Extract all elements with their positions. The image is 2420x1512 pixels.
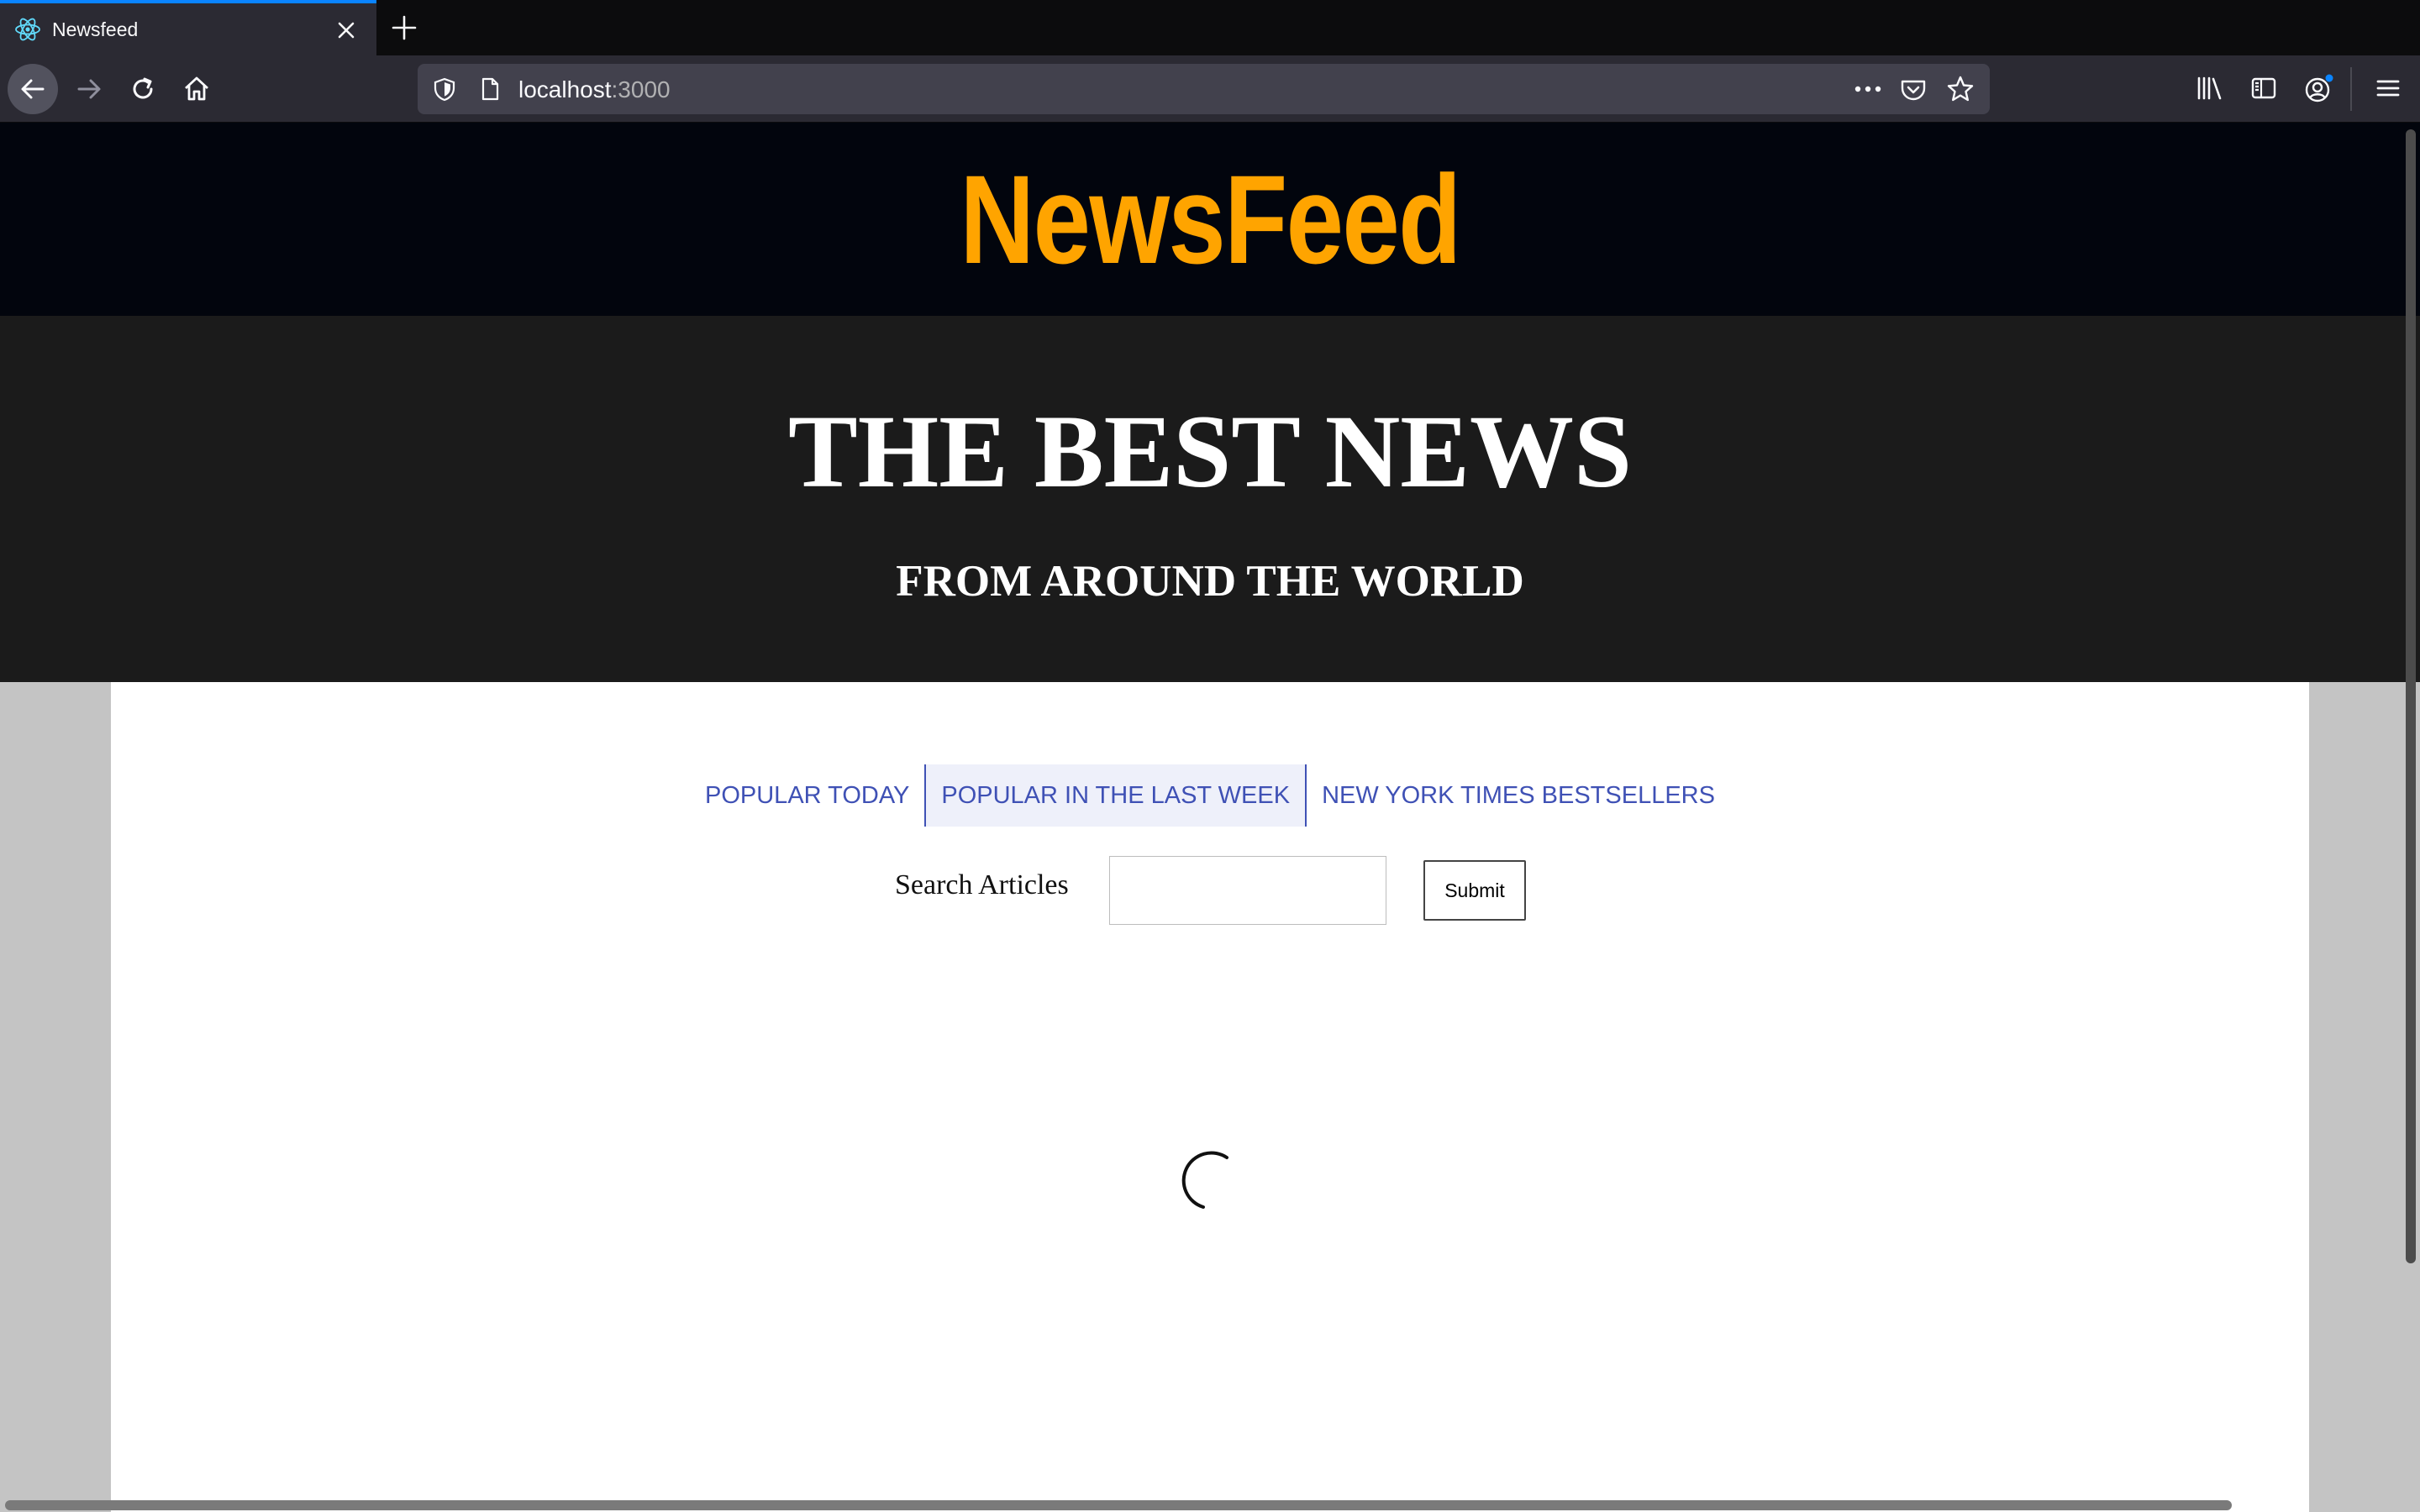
navigation-toolbar: localhost:3000 [0, 55, 2420, 123]
hamburger-menu-icon[interactable] [2373, 74, 2403, 102]
arrow-right-icon [77, 79, 101, 99]
tab-strip: Newsfeed [0, 0, 2420, 55]
arrow-left-icon [21, 79, 45, 99]
vertical-scrollbar[interactable] [2406, 129, 2416, 1263]
tab-nyt-bestsellers[interactable]: NEW YORK TIMES BESTSELLERS [1307, 764, 1730, 827]
submit-button[interactable]: Submit [1423, 860, 1526, 921]
sidebar-icon[interactable] [2249, 74, 2278, 102]
url-text[interactable]: localhost:3000 [518, 76, 671, 103]
home-button[interactable] [171, 64, 222, 114]
reload-icon [133, 77, 153, 99]
forward-button[interactable] [64, 64, 114, 114]
tab-popular-today[interactable]: POPULAR TODAY [690, 764, 924, 827]
site-header: NewsFeed [0, 123, 2420, 316]
tab-popular-last-week[interactable]: POPULAR IN THE LAST WEEK [924, 764, 1307, 827]
hero-subtitle: FROM AROUND THE WORLD [896, 557, 1524, 606]
site-logo[interactable]: NewsFeed [218, 156, 2202, 282]
account-icon[interactable] [2302, 72, 2336, 106]
close-icon[interactable] [333, 17, 360, 44]
reload-button[interactable] [118, 64, 168, 114]
horizontal-scrollbar-thumb[interactable] [5, 1500, 2232, 1510]
toolbar-separator [2350, 67, 2352, 111]
category-tabs: POPULAR TODAY POPULAR IN THE LAST WEEK N… [111, 764, 2309, 827]
shield-icon[interactable] [431, 76, 458, 102]
main-content: POPULAR TODAY POPULAR IN THE LAST WEEK N… [111, 682, 2309, 1512]
browser-tab-active[interactable]: Newsfeed [0, 0, 376, 55]
new-tab-plus-icon[interactable] [388, 12, 420, 44]
back-button[interactable] [8, 64, 58, 114]
home-icon [185, 76, 208, 101]
bookmark-star-icon[interactable] [1945, 74, 1975, 104]
pocket-icon[interactable] [1899, 76, 1928, 104]
loading-spinner-icon [1181, 1151, 1228, 1209]
page-icon [481, 77, 499, 101]
horizontal-scrollbar[interactable] [0, 1497, 2420, 1512]
url-port: :3000 [611, 76, 671, 102]
more-actions-icon[interactable] [1851, 76, 1885, 102]
tab-title: Newsfeed [52, 18, 139, 40]
url-host: localhost [518, 76, 612, 102]
page-viewport: NewsFeed THE BEST NEWS FROM AROUND THE W… [0, 123, 2420, 1512]
search-label: Search Articles [895, 869, 1069, 900]
search-input[interactable] [1109, 856, 1386, 925]
library-icon[interactable] [2195, 73, 2225, 103]
hero-banner: THE BEST NEWS FROM AROUND THE WORLD [0, 316, 2420, 682]
url-bar[interactable]: localhost:3000 [418, 64, 1990, 114]
search-form: Search Articles Submit [111, 853, 2309, 925]
react-icon [15, 18, 40, 41]
hero-title: THE BEST NEWS [788, 394, 1632, 509]
